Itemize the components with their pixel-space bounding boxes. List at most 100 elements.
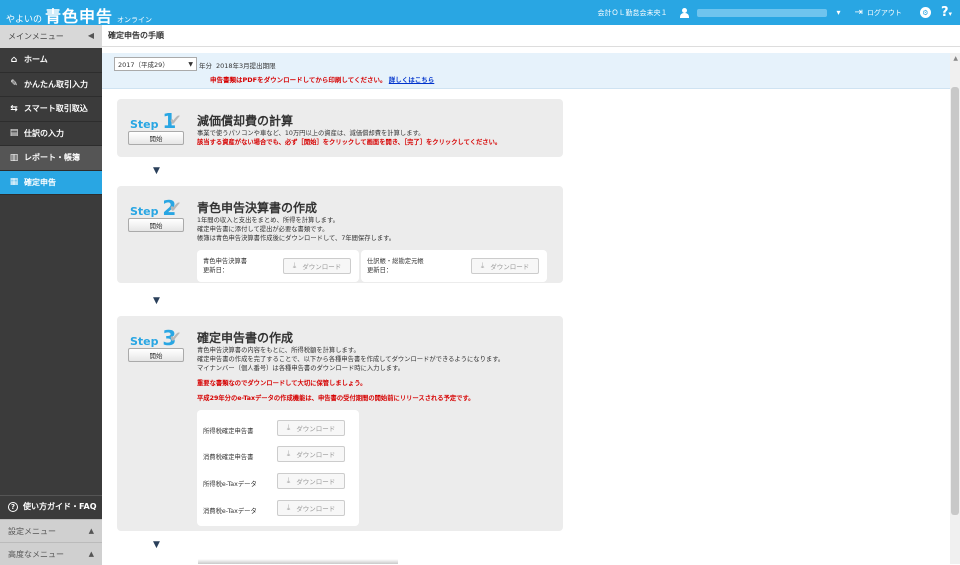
tax-icon: ▦ [9, 177, 19, 188]
advanced-menu-toggle[interactable]: 高度なメニュー ▲ [0, 542, 102, 565]
main-content: 確定申告の手順 2017（平成29） ▼ 年分 2018年3月提出期限 申告書類… [102, 25, 960, 564]
chevron-up-icon: ▲ [88, 527, 94, 535]
step-1-title: 減価償却費の計算 [197, 114, 294, 128]
arrow-down-icon: ▼ [153, 540, 160, 550]
user-name-masked[interactable] [696, 8, 827, 17]
sidebar-item-label: 確定申告 [24, 177, 56, 187]
top-bar: やよいの 青色申告 オンライン 会計ＯＬ勤怠会未央１ ▾ ⇥ ログアウト ⚙ ?… [0, 0, 960, 27]
logout-icon: ⇥ [854, 7, 863, 18]
step-2-card: Step 2 ✔ 開始 青色申告決算書の作成 1年間の収入と支出をまとめ、所得を… [117, 186, 563, 283]
download-icon: ⤓ [286, 423, 291, 432]
arrow-down-icon: ▼ [153, 166, 160, 176]
sidebar-item-label: ホーム [24, 55, 48, 65]
sidebar: メインメニュー ◀ ⌂ ホーム ✎ かんたん取引入力 ⇆ スマート取引取込 ▤ … [0, 25, 102, 565]
sidebar-item-label: レポート・帳簿 [24, 153, 80, 163]
logout-label: ログアウト [866, 8, 902, 17]
logout-button[interactable]: ⇥ ログアウト [855, 7, 902, 18]
step-2-title: 青色申告決算書の作成 [197, 201, 318, 215]
download-icon: ⤓ [292, 261, 297, 270]
year-select-value: 2017（平成29） [118, 61, 169, 69]
page-title: 確定申告の手順 [102, 25, 960, 47]
step-3-etax-note: 平成29年分のe-Taxデータの作成機能は、申告書の受付期間の開始前にリリースさ… [197, 395, 475, 402]
step-1-card: Step 1 ✔ 開始 減価償却費の計算 事業で使うパソコンや車など、10万円以… [117, 99, 563, 157]
download-doc-label: 仕訳帳・総勘定元帳 更新日： [367, 258, 424, 274]
download-button[interactable]: ⤓ ダウンロード [277, 420, 345, 436]
check-icon: ✔ [169, 198, 182, 216]
brand-name: 青色申告 [45, 7, 114, 26]
step-2-desc-line: 1年間の収入と支出をまとめ、所得を計算します。 [197, 217, 339, 224]
guide-faq-label: 使い方ガイド・FAQ [23, 502, 97, 511]
download-button[interactable]: ⤓ ダウンロード [471, 258, 539, 274]
year-select[interactable]: 2017（平成29） ▼ [114, 57, 197, 71]
download-icon: ⤓ [286, 476, 291, 485]
arrow-down-icon: ▼ [153, 296, 160, 306]
user-icon [679, 7, 689, 18]
scroll-up-icon[interactable]: ▲ [953, 55, 958, 62]
sidebar-item-home[interactable]: ⌂ ホーム [0, 48, 102, 73]
sidebar-item-label: 仕訳の入力 [24, 128, 64, 138]
question-icon: ? [8, 501, 18, 512]
download-box-ledger: 仕訳帳・総勘定元帳 更新日： ⤓ ダウンロード [361, 250, 547, 282]
sidebar-item-journal[interactable]: ▤ 仕訳の入力 [0, 122, 102, 146]
sidebar-item-label: かんたん取引入力 [24, 79, 88, 89]
check-icon: ✔ [169, 328, 182, 346]
step-3-desc-line: 確定申告書の作成を完了することで、以下から各種申告書を作成してダウンロードができ… [197, 356, 505, 363]
year-bar: 2017（平成29） ▼ 年分 2018年3月提出期限 申告書類はPDFをダウン… [102, 53, 950, 89]
step-3-card: Step 3 ✔ 開始 確定申告書の作成 青色申告決算書の内容をもとに、所得税額… [117, 316, 563, 531]
step-2-start-button[interactable]: 開始 [128, 218, 184, 232]
report-icon: ▥ [9, 152, 19, 163]
scrollbar-thumb[interactable] [951, 87, 959, 515]
check-icon: ✔ [169, 111, 182, 129]
download-box-tax-returns: 所得税確定申告書 ⤓ ダウンロード 消費税確定申告書 ⤓ ダウンロード 所得税e-T… [197, 410, 359, 526]
collapse-left-icon[interactable]: ◀ [88, 31, 94, 40]
sidebar-item-simple-entry[interactable]: ✎ かんたん取引入力 [0, 73, 102, 97]
download-doc-label: 消費税確定申告書 [203, 454, 254, 461]
journal-icon: ▤ [9, 128, 19, 139]
import-icon: ⇆ [10, 103, 18, 114]
download-icon: ⤓ [286, 449, 291, 458]
step-3-start-button[interactable]: 開始 [128, 348, 184, 362]
download-button[interactable]: ⤓ ダウンロード [277, 473, 345, 489]
download-button[interactable]: ⤓ ダウンロード [277, 446, 345, 462]
step-1-description: 事業で使うパソコンや車など、10万円以上の資産は、減価償却費を計算します。 該当… [197, 129, 501, 147]
details-link[interactable]: 詳しくはこちら [389, 76, 435, 84]
sidebar-item-label: スマート取引取込 [24, 104, 88, 114]
sidebar-title-label: メインメニュー [8, 32, 64, 41]
download-icon: ⤓ [480, 261, 485, 270]
download-doc-label: 消費税e-Taxデータ [203, 508, 257, 515]
step-3-title: 確定申告書の作成 [197, 331, 294, 345]
step-1-start-button[interactable]: 開始 [128, 131, 184, 145]
sidebar-item-reports[interactable]: ▥ レポート・帳簿 [0, 146, 102, 171]
step-2-desc-line: 帳簿は青色申告決算書作成後にダウンロードして、7年間保存します。 [197, 235, 396, 242]
download-icon: ⤓ [286, 503, 291, 512]
sidebar-item-smart-import[interactable]: ⇆ スマート取引取込 [0, 97, 102, 122]
sidebar-title: メインメニュー ◀ [0, 25, 102, 48]
sidebar-item-tax-return[interactable]: ▦ 確定申告 [0, 170, 102, 195]
download-doc-label: 所得税確定申告書 [203, 428, 254, 435]
chevron-up-icon: ▲ [88, 550, 94, 558]
download-button[interactable]: ⤓ ダウンロード [283, 258, 351, 274]
pdf-note: 申告書類はPDFをダウンロードしてから印刷してください。 詳しくはこちら [210, 74, 434, 84]
guide-faq-link[interactable]: ? 使い方ガイド・FAQ [0, 495, 102, 517]
support-icon[interactable]: ⚙ [919, 7, 931, 18]
clipped-text [198, 559, 398, 564]
pdf-note-text: 申告書類はPDFをダウンロードしてから印刷してください。 [210, 76, 387, 84]
home-icon: ⌂ [10, 54, 18, 65]
step-1-desc-line: 事業で使うパソコンや車など、10万円以上の資産は、減価償却費を計算します。 [197, 130, 425, 137]
year-label: 年分 [199, 62, 212, 70]
step-2-description: 1年間の収入と支出をまとめ、所得を計算します。 確定申告書に添付して提出が必要な… [197, 216, 395, 243]
step-3-description: 青色申告決算書の内容をもとに、所得税額を計算します。 確定申告書の作成を完了する… [197, 346, 504, 373]
step-2-desc-line: 確定申告書に添付して提出が必要な書類です。 [197, 226, 329, 233]
download-box-financial-statement: 青色申告決算書 更新日： ⤓ ダウンロード [197, 250, 359, 282]
download-doc-label: 青色申告決算書 更新日： [203, 258, 248, 274]
app-logo[interactable]: やよいの 青色申告 オンライン [6, 3, 152, 27]
step-3-desc-line: マイナンバー（個人番号）は各種申告書のダウンロード時に入力します。 [197, 365, 405, 372]
company-name: 会計ＯＬ勤怠会未央１ [597, 8, 668, 17]
advanced-menu-label: 高度なメニュー [8, 549, 64, 559]
settings-menu-label: 設定メニュー [8, 526, 56, 536]
brand-prefix: やよいの [6, 15, 43, 25]
settings-menu-toggle[interactable]: 設定メニュー ▲ [0, 519, 102, 542]
download-button[interactable]: ⤓ ダウンロード [277, 500, 345, 516]
help-icon[interactable]: ?▾ [941, 5, 952, 20]
chevron-down-icon[interactable]: ▾ [837, 8, 841, 17]
